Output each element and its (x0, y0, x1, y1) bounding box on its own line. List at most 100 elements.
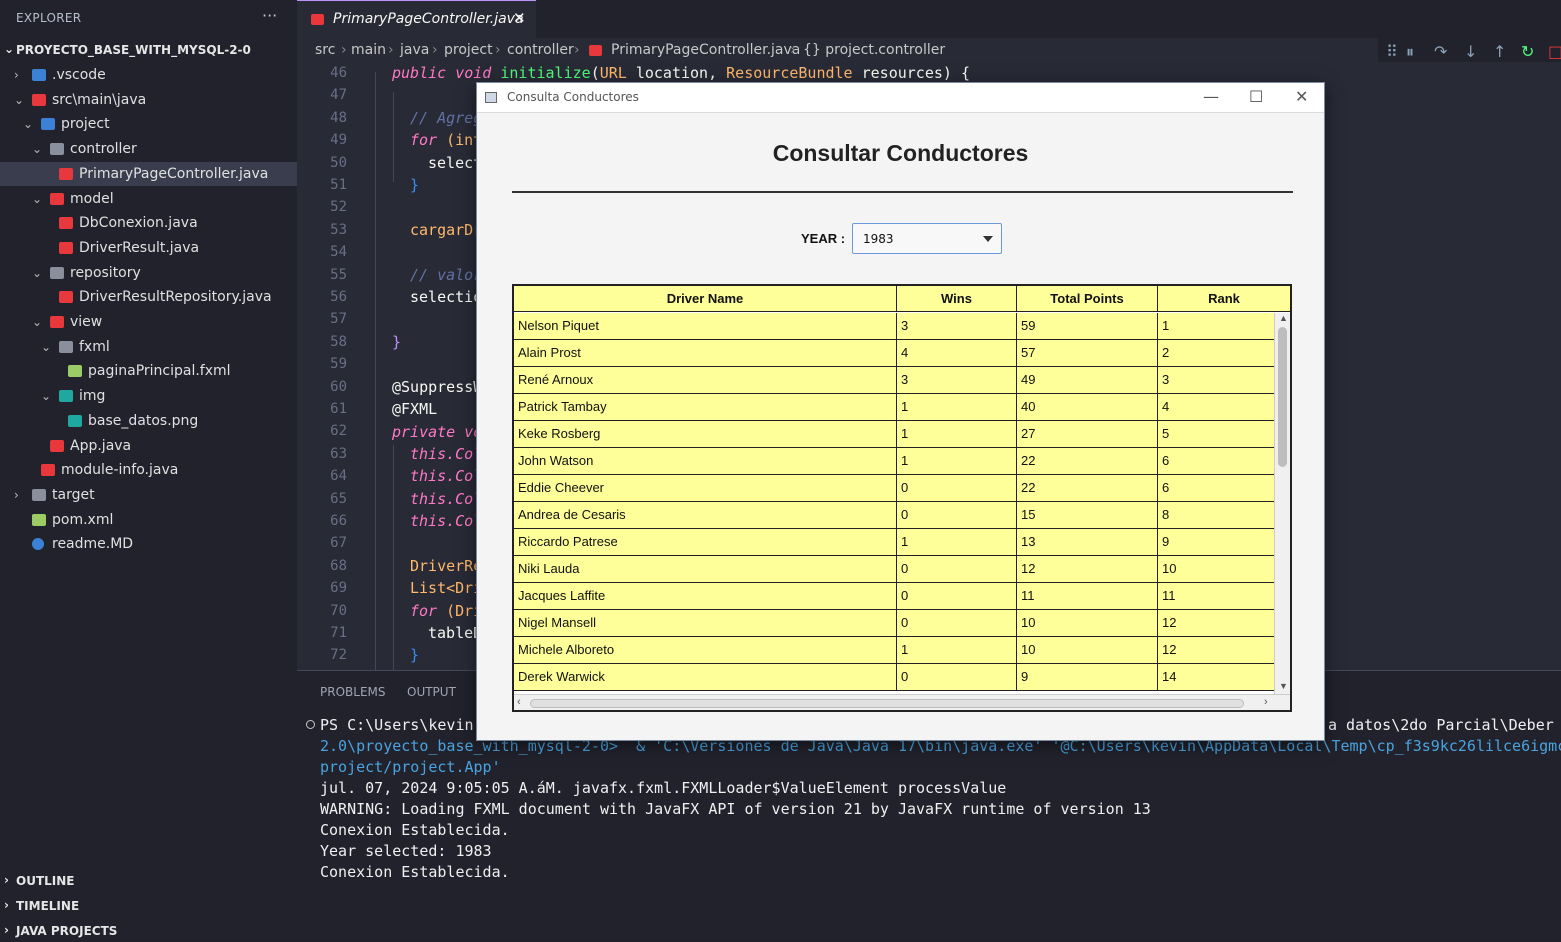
table-row[interactable]: Alain Prost 4 57 2 (514, 340, 1274, 367)
scroll-right-icon[interactable]: › (1264, 696, 1268, 708)
breadcrumb-main[interactable]: main (351, 42, 386, 58)
project-root[interactable]: ⌄ PROYECTO_BASE_WITH_MYSQL-2-0 (0, 41, 297, 61)
table-cell: 40 (1017, 394, 1158, 420)
scrollbar-thumb[interactable] (1278, 327, 1287, 467)
code-line-61: @FXML (392, 400, 438, 418)
breadcrumb-java[interactable]: java (400, 42, 429, 58)
line-number: 58 (330, 333, 347, 350)
sidebar-item-module-info-file[interactable]: module-info.java (0, 458, 297, 482)
tab-output[interactable]: OUTPUT (407, 685, 456, 699)
table-row[interactable]: Nelson Piquet 3 59 1 (514, 313, 1274, 340)
sidebar-item-project-folder[interactable]: ⌄ project (0, 112, 297, 136)
xml-file-icon (32, 513, 46, 526)
breadcrumb-controller[interactable]: controller (507, 42, 574, 58)
maximize-icon[interactable]: ☐ (1249, 87, 1263, 106)
breadcrumb-project[interactable]: project (444, 42, 493, 58)
step-out-icon[interactable]: ↑ (1493, 42, 1506, 61)
drag-handle-icon[interactable]: ⠿ (1386, 42, 1398, 61)
breadcrumb-file[interactable]: PrimaryPageController.java (611, 42, 800, 58)
column-header-total-points[interactable]: Total Points (1017, 286, 1158, 312)
stop-icon[interactable]: □ (1548, 42, 1561, 61)
year-select[interactable]: 1983 (852, 223, 1002, 254)
table-cell: 1 (897, 421, 1017, 447)
table-row[interactable]: Jacques Laffite 0 11 11 (514, 583, 1274, 610)
sidebar-item-readme-file[interactable]: readme.MD (0, 532, 297, 556)
sidebar-item-app-java-file[interactable]: App.java (0, 434, 297, 458)
folder-icon (59, 340, 73, 353)
scroll-down-icon[interactable]: ▼ (1279, 681, 1288, 691)
breadcrumb-separator-icon: › (790, 42, 796, 58)
page-title: Consultar Conductores (772, 140, 1029, 166)
column-header-wins[interactable]: Wins (897, 286, 1017, 312)
minimize-icon[interactable]: — (1203, 87, 1219, 106)
sidebar-item-primary-page-controller-file[interactable]: PrimaryPageController.java (0, 161, 297, 186)
table-row[interactable]: Riccardo Patrese 1 13 9 (514, 529, 1274, 556)
table-row[interactable]: Michele Alboreto 1 10 12 (514, 637, 1274, 664)
window-titlebar[interactable]: Consulta Conductores — ☐ ✕ (477, 83, 1324, 113)
line-number: 49 (330, 132, 347, 149)
table-row[interactable]: Derek Warwick 0 9 14 (514, 664, 1274, 691)
tab-primary-page-controller[interactable]: PrimaryPageController.java ✕ (297, 0, 536, 38)
sidebar-item-target-folder[interactable]: › target (0, 483, 297, 507)
step-over-icon[interactable]: ↷ (1434, 42, 1447, 61)
table-row[interactable]: Andrea de Cesaris 0 15 8 (514, 502, 1274, 529)
table-row[interactable]: Keke Rosberg 1 27 5 (514, 421, 1274, 448)
table-cell: 11 (1017, 583, 1158, 609)
breadcrumb-src[interactable]: src (315, 42, 335, 58)
sidebar-item-repository-folder[interactable]: ⌄ repository (0, 261, 297, 285)
table-cell: Nelson Piquet (514, 313, 897, 339)
sidebar-item-model-folder[interactable]: ⌄ model (0, 187, 297, 211)
table-cell: 10 (1162, 561, 1177, 576)
line-number: 68 (330, 557, 347, 574)
table-row[interactable]: Niki Lauda 0 12 10 (514, 556, 1274, 583)
table-row[interactable]: Patrick Tambay 1 40 4 (514, 394, 1274, 421)
outline-section[interactable]: › OUTLINE (0, 870, 297, 892)
restart-icon[interactable]: ↻ (1521, 42, 1534, 61)
scroll-left-icon[interactable]: ‹ (517, 696, 521, 708)
java-file-icon (589, 45, 602, 56)
column-header-rank[interactable]: Rank (1158, 286, 1290, 312)
breadcrumb-separator-icon: › (388, 42, 394, 58)
table-cell: 5 (1162, 426, 1170, 441)
more-actions-icon[interactable]: ··· (262, 6, 277, 25)
sidebar-item-driver-result-file[interactable]: DriverResult.java (0, 236, 297, 260)
sidebar-item-view-folder[interactable]: ⌄ view (0, 310, 297, 334)
sidebar-item-pagina-principal-fxml-file[interactable]: paginaPrincipal.fxml (0, 359, 297, 383)
timeline-section[interactable]: › TIMELINE (0, 895, 297, 917)
sidebar-item-img-folder[interactable]: ⌄ img (0, 384, 297, 408)
table-row[interactable]: Eddie Cheever 0 22 6 (514, 475, 1274, 502)
tab-problems[interactable]: PROBLEMS (320, 685, 386, 699)
code-line-71: tableD (428, 624, 483, 642)
column-header-driver-name[interactable]: Driver Name (514, 286, 897, 312)
close-icon[interactable]: ✕ (1295, 87, 1308, 106)
java-file-icon (32, 93, 46, 106)
sidebar-item-base-datos-png-file[interactable]: base_datos.png (0, 409, 297, 433)
table-row[interactable]: René Arnoux 3 49 3 (514, 367, 1274, 394)
table-cell: Alain Prost (514, 340, 897, 366)
chevron-icon: ⌄ (23, 117, 34, 132)
breadcrumb-package[interactable]: {} project.controller (803, 42, 945, 58)
scrollbar-thumb[interactable] (530, 699, 1244, 708)
table-row[interactable]: Nigel Mansell 0 10 12 (514, 610, 1274, 637)
sidebar-item-controller-folder[interactable]: ⌄ controller (0, 137, 297, 161)
sidebar-item-src-main-java-folder[interactable]: ⌄ src\main\java (0, 88, 297, 112)
pause-icon[interactable]: ⏸ (1406, 42, 1414, 62)
line-number: 57 (330, 311, 347, 328)
java-projects-section[interactable]: › JAVA PROJECTS (0, 920, 297, 942)
sidebar-item-pom-xml-file[interactable]: pom.xml (0, 508, 297, 532)
scroll-up-icon[interactable]: ▲ (1279, 313, 1288, 323)
code-line-66: this.Col (410, 512, 483, 530)
sidebar-item-db-conexion-file[interactable]: DbConexion.java (0, 211, 297, 235)
sidebar-item-driver-result-repository-file[interactable]: DriverResultRepository.java (0, 285, 297, 309)
step-into-icon[interactable]: ↓ (1464, 42, 1477, 61)
table-cell: 12 (1162, 615, 1177, 630)
sidebar-item-label: pom.xml (52, 511, 114, 528)
close-icon[interactable]: ✕ (513, 9, 526, 27)
vertical-scrollbar[interactable]: ▲ ▼ (1274, 313, 1290, 694)
sidebar-item-fxml-folder[interactable]: ⌄ fxml (0, 335, 297, 359)
sidebar-item-vscode-folder[interactable]: › .vscode (0, 63, 297, 87)
terminal-line-5: WARNING: Loading FXML document with Java… (320, 800, 1151, 818)
code-line-56: selectio (410, 288, 483, 306)
table-row[interactable]: John Watson 1 22 6 (514, 448, 1274, 475)
horizontal-scrollbar[interactable]: ‹ › (514, 694, 1290, 710)
